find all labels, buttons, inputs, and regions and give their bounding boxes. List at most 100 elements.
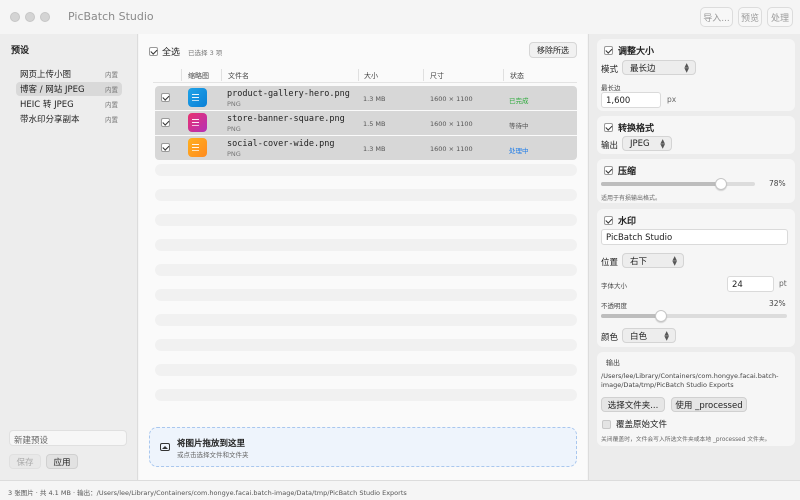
- preset-tag: 内置: [105, 101, 118, 109]
- watermark-title: 水印: [618, 217, 637, 227]
- settings-panel: 调整大小 模式 最长边 ▲ ▼ 最长边 1,600 px 转换格式 输出 JPEG…: [588, 34, 800, 480]
- watermark-text-input[interactable]: PicBatch Studio: [601, 229, 788, 245]
- table-row[interactable]: store-banner-square.png PNG 1.5 MB 1600 …: [155, 111, 577, 135]
- empty-row-placeholder: [155, 314, 577, 326]
- preset-name: 博客 / 网站 JPEG: [20, 85, 85, 95]
- preset-item[interactable]: HEIC 转 JPEG 内置: [16, 97, 122, 111]
- output-format-select[interactable]: JPEG ▲ ▼: [622, 136, 672, 151]
- select-all[interactable]: 全选 已选择 3 项: [149, 45, 222, 58]
- long-edge-input[interactable]: 1,600: [601, 92, 661, 108]
- column-thumbnail[interactable]: 缩略图: [188, 71, 209, 81]
- file-status: 等待中: [509, 122, 529, 130]
- close-window-button[interactable]: [10, 12, 20, 22]
- preset-item[interactable]: 网页上传小图 内置: [16, 67, 122, 81]
- preset-tag: 内置: [105, 71, 118, 79]
- drop-zone-title: 将图片拖放到这里: [177, 439, 246, 449]
- watermark-card: 水印 PicBatch Studio 位置 右下 ▲ ▼ 字体大小 24 pt 不…: [597, 209, 795, 347]
- preset-name: 网页上传小图: [20, 70, 72, 80]
- opacity-slider-fill: [601, 314, 661, 318]
- opacity-value: 32%: [769, 299, 786, 308]
- preview-button[interactable]: 预览: [738, 7, 762, 27]
- app-window: PicBatch Studio 导入... 预览 处理 预设 网页上传小图 内置…: [0, 0, 800, 500]
- column-separator: [221, 69, 222, 81]
- process-button[interactable]: 处理: [767, 7, 793, 27]
- file-dimensions: 1600 × 1100: [430, 120, 473, 128]
- minimize-window-button[interactable]: [25, 12, 35, 22]
- quality-slider-knob[interactable]: [715, 178, 728, 190]
- mode-label: 模式: [601, 65, 619, 75]
- empty-row-placeholder: [155, 339, 577, 351]
- file-type: PNG: [227, 125, 241, 133]
- row-checkbox[interactable]: [161, 143, 170, 152]
- chevron-up-down-icon: ▲ ▼: [684, 62, 689, 74]
- column-separator: [423, 69, 424, 81]
- position-select[interactable]: 右下 ▲ ▼: [622, 253, 684, 268]
- opacity-slider-knob[interactable]: [654, 310, 667, 322]
- color-select[interactable]: 白色 ▲ ▼: [622, 328, 676, 343]
- preset-item-selected[interactable]: 博客 / 网站 JPEG 内置: [16, 82, 122, 96]
- row-checkbox[interactable]: [161, 118, 170, 127]
- row-checkbox[interactable]: [161, 93, 170, 102]
- select-all-checkbox[interactable]: [149, 47, 158, 56]
- output-format-value: JPEG: [630, 138, 650, 149]
- format-header: 转换格式: [604, 121, 654, 134]
- table-row[interactable]: product-gallery-hero.png PNG 1.3 MB 1600…: [155, 86, 577, 110]
- app-title: PicBatch Studio: [68, 10, 154, 23]
- mode-select[interactable]: 最长边 ▲ ▼: [622, 60, 696, 75]
- position-value: 右下: [630, 256, 648, 267]
- file-thumbnail: [188, 138, 207, 157]
- overwrite-checkbox[interactable]: [602, 419, 611, 429]
- resize-checkbox[interactable]: [604, 46, 613, 55]
- file-type: PNG: [227, 150, 241, 158]
- file-list-panel: 全选 已选择 3 项 移除所选 缩略图 文件名 大小 尺寸 状态 product…: [139, 34, 587, 480]
- remove-selected-button[interactable]: 移除所选: [529, 42, 577, 58]
- preset-tag: 内置: [105, 86, 118, 94]
- long-edge-unit: px: [667, 95, 677, 104]
- preset-name: HEIC 转 JPEG: [20, 100, 74, 110]
- new-preset-input[interactable]: 新建预设: [9, 430, 127, 446]
- mode-value: 最长边: [630, 63, 656, 74]
- drop-zone-subtitle: 或点击选择文件和文件夹: [177, 451, 249, 459]
- title-bar: PicBatch Studio 导入... 预览 处理: [0, 0, 800, 34]
- table-row[interactable]: social-cover-wide.png PNG 1.3 MB 1600 × …: [155, 136, 577, 160]
- file-name: store-banner-square.png: [227, 114, 345, 124]
- resize-header: 调整大小: [604, 44, 654, 57]
- color-label: 颜色: [601, 333, 619, 343]
- font-size-input[interactable]: 24: [727, 276, 774, 292]
- empty-row-placeholder: [155, 389, 577, 401]
- column-separator: [358, 69, 359, 81]
- empty-row-placeholder: [155, 214, 577, 226]
- output-card: 输出 /Users/lee/Library/Containers/com.hon…: [597, 352, 795, 446]
- position-label: 位置: [601, 258, 619, 268]
- empty-row-placeholder: [155, 239, 577, 251]
- overwrite-row[interactable]: 覆盖原始文件: [602, 418, 667, 430]
- file-status: 已完成: [509, 97, 529, 105]
- column-filename[interactable]: 文件名: [228, 71, 249, 81]
- sidebar: 预设 网页上传小图 内置 博客 / 网站 JPEG 内置 HEIC 转 JPEG…: [0, 34, 138, 480]
- opacity-slider[interactable]: [601, 310, 787, 322]
- column-status[interactable]: 状态: [510, 71, 524, 81]
- empty-row-placeholder: [155, 289, 577, 301]
- format-checkbox[interactable]: [604, 123, 613, 132]
- compress-checkbox[interactable]: [604, 166, 613, 175]
- column-dimensions[interactable]: 尺寸: [430, 71, 444, 81]
- select-all-label: 全选: [162, 48, 181, 58]
- color-value: 白色: [630, 331, 648, 342]
- preset-item[interactable]: 带水印分享副本 内置: [16, 112, 122, 126]
- use-processed-button[interactable]: 使用 _processed: [671, 397, 747, 412]
- compress-card: 压缩 78% 适用于有损输出格式。: [597, 159, 795, 203]
- quality-slider[interactable]: [601, 178, 755, 190]
- watermark-checkbox[interactable]: [604, 216, 613, 225]
- column-size[interactable]: 大小: [364, 71, 378, 81]
- chevron-up-down-icon: ▲ ▼: [660, 138, 665, 150]
- save-preset-button[interactable]: 保存: [9, 454, 41, 469]
- import-button[interactable]: 导入...: [700, 7, 733, 27]
- choose-folder-button[interactable]: 选择文件夹...: [601, 397, 665, 412]
- opacity-label: 不透明度: [601, 302, 627, 310]
- quality-value: 78%: [769, 179, 786, 188]
- column-separator: [503, 69, 504, 81]
- zoom-window-button[interactable]: [40, 12, 50, 22]
- drop-zone[interactable]: 将图片拖放到这里 或点击选择文件和文件夹: [149, 427, 577, 467]
- file-size: 1.5 MB: [363, 120, 386, 128]
- apply-preset-button[interactable]: 应用: [46, 454, 78, 469]
